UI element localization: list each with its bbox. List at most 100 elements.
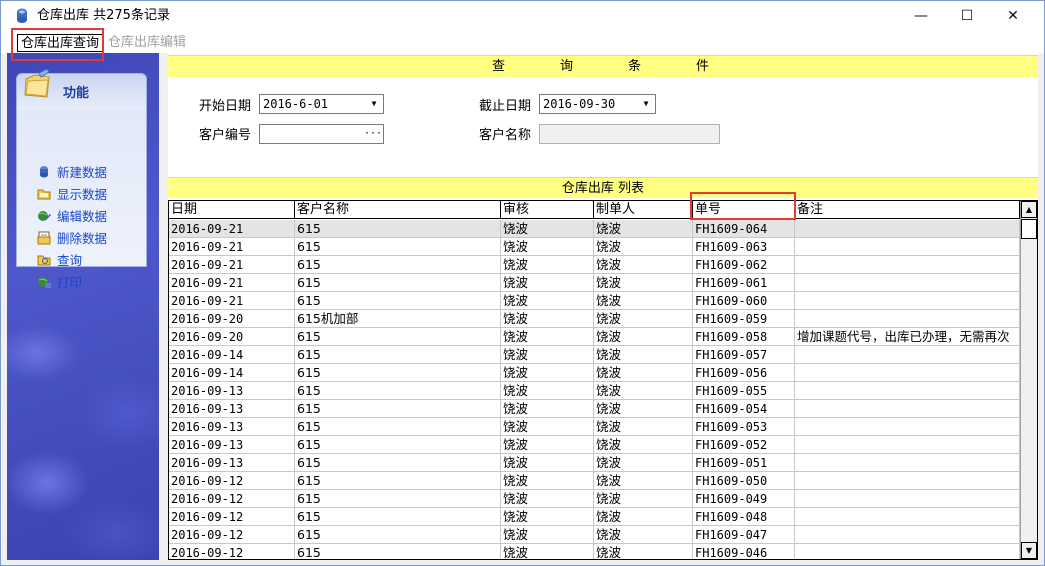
cell-date: 2016-09-21 xyxy=(169,238,295,256)
scroll-thumb[interactable] xyxy=(1021,219,1037,239)
column-header-reviewer[interactable]: 审核 xyxy=(501,201,594,219)
start-date-select[interactable]: 2016-6-01 ▼ xyxy=(259,94,384,114)
sidebar-item-label: 查询 xyxy=(57,253,83,268)
vertical-scrollbar[interactable]: ▲ ▼ xyxy=(1020,201,1037,559)
table-row[interactable]: 2016-09-12 615 饶波 饶波 FH1609-050 xyxy=(169,472,1020,490)
cell-remark xyxy=(795,472,1020,490)
window-title: 仓库出库 共275条记录 xyxy=(37,8,170,23)
column-header-order-no[interactable]: 单号 xyxy=(693,201,795,219)
sidebar-item-print[interactable]: 打印 xyxy=(37,274,82,292)
cell-customer-name: 615 xyxy=(295,526,501,544)
function-panel-title: 功能 xyxy=(63,86,90,101)
start-date-label: 开始日期 xyxy=(199,99,252,114)
outbound-table[interactable]: 日期 客户名称 审核 制单人 单号 备注 2016-09-21 615 饶波 饶波 FH1609-… xyxy=(168,200,1038,560)
minimize-button[interactable]: — xyxy=(898,1,944,31)
column-header-remark[interactable]: 备注 xyxy=(795,201,1020,219)
table-row[interactable]: 2016-09-12 615 饶波 饶波 FH1609-049 xyxy=(169,490,1020,508)
table-row[interactable]: 2016-09-13 615 饶波 饶波 FH1609-054 xyxy=(169,400,1020,418)
cell-reviewer: 饶波 xyxy=(501,382,594,400)
cell-creator: 饶波 xyxy=(594,508,693,526)
table-row[interactable]: 2016-09-13 615 饶波 饶波 FH1609-055 xyxy=(169,382,1020,400)
cell-customer-name: 615 xyxy=(295,328,501,346)
table-row[interactable]: 2016-09-21 615 饶波 饶波 FH1609-061 xyxy=(169,274,1020,292)
cell-customer-name: 615 xyxy=(295,256,501,274)
end-date-select[interactable]: 2016-09-30 ▼ xyxy=(539,94,656,114)
cell-order-no: FH1609-047 xyxy=(693,526,795,544)
column-header-date[interactable]: 日期 xyxy=(169,201,295,219)
tab-outbound-query[interactable]: 仓库出库查询 xyxy=(17,34,104,52)
cell-date: 2016-09-12 xyxy=(169,472,295,490)
cell-customer-name: 615 xyxy=(295,490,501,508)
cell-customer-name: 615 xyxy=(295,400,501,418)
cell-order-no: FH1609-058 xyxy=(693,328,795,346)
cell-creator: 饶波 xyxy=(594,454,693,472)
cell-order-no: FH1609-049 xyxy=(693,490,795,508)
cell-date: 2016-09-12 xyxy=(169,508,295,526)
cell-date: 2016-09-21 xyxy=(169,292,295,310)
customer-name-input[interactable] xyxy=(539,124,720,144)
sidebar-item-show-data[interactable]: 显示数据 xyxy=(37,186,107,204)
table-row[interactable]: 2016-09-13 615 饶波 饶波 FH1609-052 xyxy=(169,436,1020,454)
table-row[interactable]: 2016-09-21 615 饶波 饶波 FH1609-063 xyxy=(169,238,1020,256)
cell-reviewer: 饶波 xyxy=(501,292,594,310)
cell-order-no: FH1609-048 xyxy=(693,508,795,526)
edit-globe-icon xyxy=(37,209,51,223)
cell-date: 2016-09-21 xyxy=(169,220,295,238)
sidebar-item-delete-data[interactable]: 删除数据 xyxy=(37,230,107,248)
table-row[interactable]: 2016-09-14 615 饶波 饶波 FH1609-056 xyxy=(169,364,1020,382)
scroll-down-icon[interactable]: ▼ xyxy=(1021,542,1037,559)
cell-creator: 饶波 xyxy=(594,418,693,436)
table-row[interactable]: 2016-09-12 615 饶波 饶波 FH1609-046 xyxy=(169,544,1020,559)
cell-remark xyxy=(795,526,1020,544)
sidebar-item-edit-data[interactable]: 编辑数据 xyxy=(37,208,107,226)
table-row[interactable]: 2016-09-12 615 饶波 饶波 FH1609-047 xyxy=(169,526,1020,544)
sidebar-item-query[interactable]: 查询 xyxy=(37,252,82,270)
table-row[interactable]: 2016-09-12 615 饶波 饶波 FH1609-048 xyxy=(169,508,1020,526)
maximize-button[interactable]: ☐ xyxy=(944,1,990,31)
table-row[interactable]: 2016-09-14 615 饶波 饶波 FH1609-057 xyxy=(169,346,1020,364)
cell-date: 2016-09-13 xyxy=(169,454,295,472)
cell-creator: 饶波 xyxy=(594,364,693,382)
customer-no-input[interactable]: ··· xyxy=(259,124,384,144)
cell-date: 2016-09-13 xyxy=(169,382,295,400)
table-row[interactable]: 2016-09-21 615 饶波 饶波 FH1609-062 xyxy=(169,256,1020,274)
column-header-creator[interactable]: 制单人 xyxy=(594,201,693,219)
customer-name-label: 客户名称 xyxy=(479,128,532,143)
table-row[interactable]: 2016-09-20 615 饶波 饶波 FH1609-058 增加课题代号，出库已办理，… xyxy=(169,328,1020,346)
cell-order-no: FH1609-063 xyxy=(693,238,795,256)
cell-remark xyxy=(795,220,1020,238)
table-row[interactable]: 2016-09-21 615 饶波 饶波 FH1609-064 xyxy=(169,220,1020,238)
cell-creator: 饶波 xyxy=(594,328,693,346)
cell-reviewer: 饶波 xyxy=(501,274,594,292)
cell-customer-name: 615机加部 xyxy=(295,310,501,328)
dropdown-arrow-icon[interactable]: ▼ xyxy=(366,96,382,112)
sidebar-item-label: 打印 xyxy=(57,275,83,290)
cell-order-no: FH1609-057 xyxy=(693,346,795,364)
tab-outbound-edit[interactable]: 仓库出库编辑 xyxy=(105,34,189,52)
column-header-customer-name[interactable]: 客户名称 xyxy=(295,201,501,219)
cell-date: 2016-09-13 xyxy=(169,418,295,436)
customer-no-label: 客户编号 xyxy=(199,128,252,143)
table-row[interactable]: 2016-09-13 615 饶波 饶波 FH1609-051 xyxy=(169,454,1020,472)
table-row[interactable]: 2016-09-20 615机加部 饶波 饶波 FH1609-059 xyxy=(169,310,1020,328)
cell-creator: 饶波 xyxy=(594,400,693,418)
cell-customer-name: 615 xyxy=(295,220,501,238)
scroll-up-icon[interactable]: ▲ xyxy=(1021,201,1037,218)
cell-customer-name: 615 xyxy=(295,544,501,559)
cell-customer-name: 615 xyxy=(295,346,501,364)
cell-customer-name: 615 xyxy=(295,418,501,436)
sidebar-item-new-data[interactable]: 新建数据 xyxy=(37,164,107,182)
close-button[interactable]: ✕ xyxy=(990,1,1036,31)
cell-order-no: FH1609-061 xyxy=(693,274,795,292)
ellipsis-button[interactable]: ··· xyxy=(364,126,382,142)
cell-creator: 饶波 xyxy=(594,256,693,274)
cell-date: 2016-09-12 xyxy=(169,490,295,508)
table-row[interactable]: 2016-09-13 615 饶波 饶波 FH1609-053 xyxy=(169,418,1020,436)
cell-remark: 增加课题代号，出库已办理，无需再次 xyxy=(795,328,1020,346)
cell-reviewer: 饶波 xyxy=(501,364,594,382)
cell-remark xyxy=(795,508,1020,526)
end-date-value: 2016-09-30 xyxy=(543,97,616,111)
dropdown-arrow-icon[interactable]: ▼ xyxy=(638,96,654,112)
table-row[interactable]: 2016-09-21 615 饶波 饶波 FH1609-060 xyxy=(169,292,1020,310)
function-panel: 功能 新建数据 显示数据 编辑数据 删除数据 查询 打印 xyxy=(16,69,147,290)
